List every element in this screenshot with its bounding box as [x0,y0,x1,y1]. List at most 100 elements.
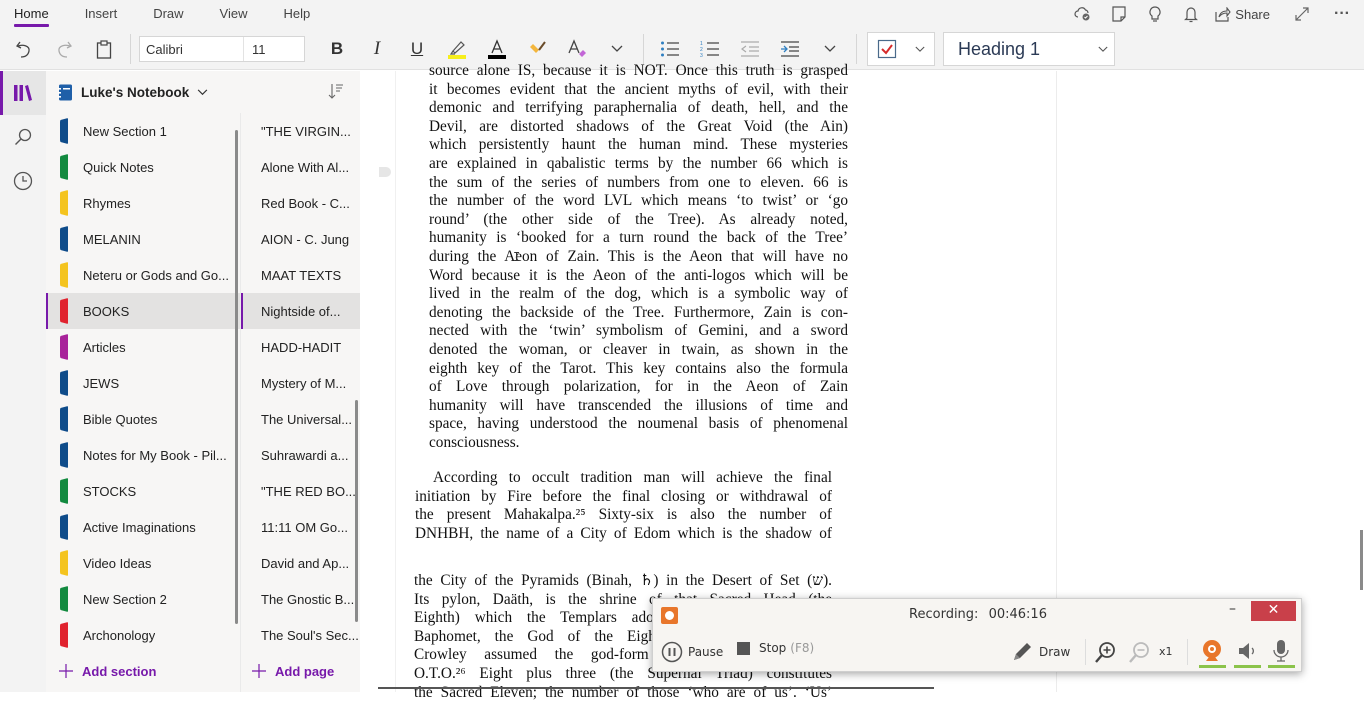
tab-home[interactable]: Home [14,0,49,28]
section-item[interactable]: MELANIN [46,221,240,257]
section-item[interactable]: STOCKS [46,473,240,509]
section-item[interactable]: New Section 1 [46,113,240,149]
page-label: Red Book - C... [261,195,350,211]
tab-draw[interactable]: Draw [153,0,183,28]
underline-button[interactable]: U [397,32,437,66]
bell-icon[interactable] [1173,0,1209,28]
page-item[interactable]: David and Ap... [241,545,360,581]
increase-indent-button[interactable] [770,32,810,66]
page-item[interactable]: 11:11 OM Go... [241,509,360,545]
page-item[interactable]: "THE RED BO... [241,473,360,509]
page-item[interactable]: MAAT TEXTS [241,257,360,293]
decrease-indent-button[interactable] [730,32,770,66]
page-item[interactable]: The Gnostic B... [241,581,360,617]
recording-time: 00:46:16 [988,607,1047,622]
tab-insert[interactable]: Insert [85,0,118,28]
system-audio-toggle[interactable] [1237,641,1259,661]
italic-button[interactable]: I [357,32,397,66]
notebooks-button[interactable] [0,71,46,115]
page-item[interactable]: Suhrawardi a... [241,437,360,473]
stop-button[interactable]: Stop (F8) [737,641,814,655]
text-cursor-icon: I [513,250,521,264]
section-color-tab-icon [60,298,68,324]
section-label: New Section 2 [83,591,167,607]
more-paragraph-options-button[interactable] [810,32,850,66]
notebook-header[interactable]: Luke's Notebook [46,71,360,113]
section-item[interactable]: Quick Notes [46,149,240,185]
bold-button[interactable]: B [317,32,357,66]
page-item[interactable]: Mystery of M... [241,365,360,401]
zoom-in-button[interactable] [1093,641,1117,665]
section-item[interactable]: Rhymes [46,185,240,221]
section-item[interactable]: Archonology [46,617,240,653]
share-button[interactable]: Share [1209,0,1284,28]
section-color-tab-icon [60,154,68,180]
add-page-button[interactable]: Add page [241,650,360,692]
bullets-button[interactable] [650,32,690,66]
font-name-input[interactable]: Calibri [140,37,244,61]
search-button[interactable] [0,115,46,159]
chevron-down-icon [824,45,836,52]
sort-pages-button[interactable] [328,83,344,104]
page-item[interactable]: AION - C. Jung [241,221,360,257]
tag-picker[interactable] [867,32,935,66]
page-view-icon[interactable] [1101,0,1137,28]
close-button[interactable]: ✕ [1251,601,1296,621]
section-item[interactable]: Active Imaginations [46,509,240,545]
page-scrollbar[interactable] [1360,530,1363,590]
section-item[interactable]: Bible Quotes [46,401,240,437]
page-item[interactable]: Alone With Al... [241,149,360,185]
microphone-toggle[interactable] [1273,639,1289,663]
sync-status-icon[interactable] [1065,0,1101,28]
numbering-button[interactable]: 123 [690,32,730,66]
section-item[interactable]: New Section 2 [46,581,240,617]
webcam-toggle[interactable] [1201,639,1223,663]
share-icon [1215,6,1231,22]
draw-button[interactable]: Draw [1011,641,1070,663]
clear-formatting-button[interactable] [557,32,597,66]
section-item[interactable]: Video Ideas [46,545,240,581]
more-options-icon[interactable]: ··· [1320,0,1364,28]
lightbulb-icon[interactable] [1137,0,1173,28]
section-item[interactable]: Notes for My Book - Pil... [46,437,240,473]
section-item[interactable]: Articles [46,329,240,365]
style-picker[interactable]: Heading 1 [943,32,1115,66]
todo-checkbox-icon [877,39,897,59]
zoom-out-button[interactable] [1127,641,1151,665]
page-item[interactable]: HADD-HADIT [241,329,360,365]
page-item[interactable]: "THE VIRGIN... [241,113,360,149]
page-item[interactable]: The Soul's Sec... [241,617,360,653]
font-color-button[interactable] [477,32,517,66]
tab-help[interactable]: Help [284,0,311,28]
pause-button[interactable]: Pause [661,641,723,663]
page-item[interactable]: The Universal... [241,401,360,437]
undo-button[interactable] [4,32,44,66]
text-line: nected with the ‘twin’ symbolism of Gemi… [429,322,848,340]
text-line: humanity will have transcended the illus… [429,396,848,414]
highlight-button[interactable] [437,32,477,66]
minimize-button[interactable]: – [1229,601,1236,617]
section-label: New Section 1 [83,123,167,139]
section-item[interactable]: Neteru or Gods and Go... [46,257,240,293]
format-painter-icon [530,41,546,53]
font-size-input[interactable]: 11 [244,37,304,61]
section-item[interactable]: JEWS [46,365,240,401]
page-item[interactable]: Red Book - C... [241,185,360,221]
expand-icon[interactable] [1284,0,1320,28]
paragraph-handle[interactable] [379,167,391,177]
clipboard-button[interactable] [84,32,124,66]
section-color-tab-icon [60,514,68,540]
section-item[interactable]: BOOKS [46,293,240,329]
add-section-button[interactable]: Add section [46,650,241,692]
page-label: "THE VIRGIN... [261,123,351,139]
redo-button[interactable] [44,32,84,66]
text-line: source alone IS, because it is NOT. Once… [429,62,848,79]
text-line: humanity is ‘booked for a turn round the… [429,229,848,247]
page-list-scrollbar[interactable] [355,400,358,622]
recent-notes-button[interactable] [0,159,46,203]
format-painter-button[interactable] [517,32,557,66]
section-list-scrollbar[interactable] [235,130,238,624]
tab-view[interactable]: View [220,0,248,28]
more-font-options-button[interactable] [597,32,637,66]
page-item[interactable]: Nightside of... [241,293,360,329]
